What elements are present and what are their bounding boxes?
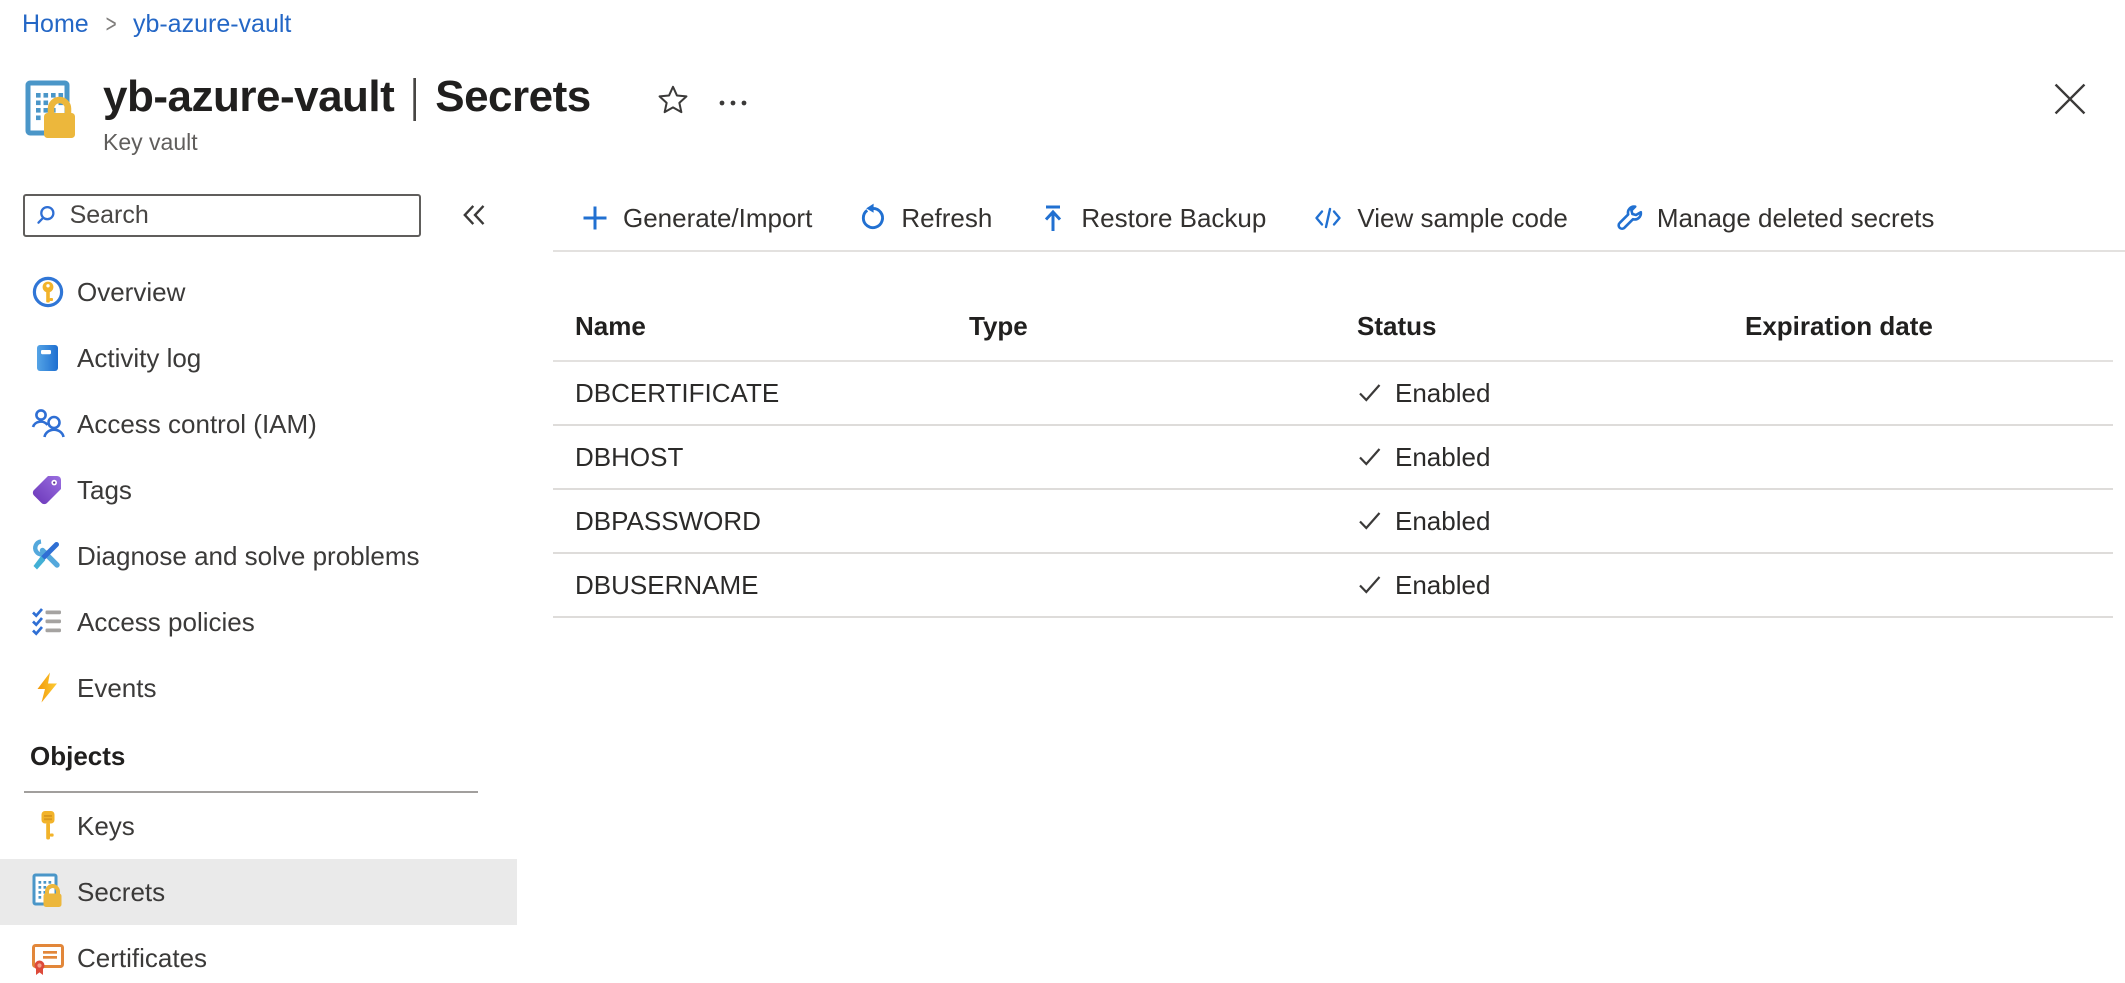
sidebar-item-diagnose[interactable]: Diagnose and solve problems bbox=[0, 523, 520, 589]
blade-header: yb-azure-vault | Secrets Key vault bbox=[23, 72, 591, 156]
check-icon bbox=[1357, 380, 1383, 406]
key-vault-secrets-blade: Home > yb-azure-vault yb-azure-vault | S… bbox=[0, 0, 2125, 983]
events-icon bbox=[30, 670, 66, 706]
secret-name[interactable]: DBHOST bbox=[553, 442, 947, 473]
sidebar-item-label: Events bbox=[77, 673, 157, 704]
sidebar-search[interactable] bbox=[23, 194, 421, 237]
column-header-type[interactable]: Type bbox=[947, 311, 1335, 342]
resource-menu: Overview Activity log bbox=[0, 170, 520, 983]
generate-import-button[interactable]: Generate/Import bbox=[580, 203, 812, 234]
status-label: Enabled bbox=[1395, 378, 1490, 409]
close-blade-icon[interactable] bbox=[2050, 79, 2090, 122]
resource-type-label: Key vault bbox=[103, 129, 591, 156]
view-sample-code-button[interactable]: View sample code bbox=[1312, 203, 1568, 234]
plus-icon bbox=[580, 203, 610, 233]
status-label: Enabled bbox=[1395, 442, 1490, 473]
search-input[interactable] bbox=[70, 201, 408, 230]
search-icon bbox=[36, 202, 61, 229]
secret-status: Enabled bbox=[1335, 506, 1723, 537]
breadcrumb-separator-icon: > bbox=[105, 10, 116, 40]
wrench-icon bbox=[1614, 203, 1644, 233]
diagnose-icon bbox=[30, 538, 66, 574]
secret-status: Enabled bbox=[1335, 378, 1723, 409]
tag-icon bbox=[30, 472, 66, 508]
secret-name[interactable]: DBCERTIFICATE bbox=[553, 378, 947, 409]
sidebar-item-activity-log[interactable]: Activity log bbox=[0, 325, 520, 391]
sidebar-item-label: Access policies bbox=[77, 607, 255, 638]
table-row[interactable]: DBPASSWORD Enabled bbox=[553, 490, 2113, 554]
command-bar: Generate/Import Refresh Restore Backup bbox=[580, 192, 1934, 244]
sidebar-item-keys[interactable]: Keys bbox=[0, 793, 520, 859]
check-icon bbox=[1357, 444, 1383, 470]
sidebar-item-tags[interactable]: Tags bbox=[0, 457, 520, 523]
restore-backup-icon bbox=[1038, 203, 1068, 233]
column-header-name[interactable]: Name bbox=[553, 311, 947, 342]
secret-name[interactable]: DBUSERNAME bbox=[553, 570, 947, 601]
sidebar-item-label: Tags bbox=[77, 475, 132, 506]
sidebar-item-certificates[interactable]: Certificates bbox=[0, 925, 520, 983]
key-icon bbox=[30, 808, 66, 844]
more-options-icon[interactable] bbox=[716, 88, 750, 123]
activity-log-icon bbox=[30, 340, 66, 376]
table-row[interactable]: DBHOST Enabled bbox=[553, 426, 2113, 490]
access-policies-icon bbox=[30, 604, 66, 640]
collapse-menu-icon[interactable] bbox=[458, 198, 492, 235]
favorite-star-icon[interactable] bbox=[655, 82, 691, 123]
key-circle-icon bbox=[30, 274, 66, 310]
sidebar-item-access-policies[interactable]: Access policies bbox=[0, 589, 520, 655]
sidebar-item-label: Overview bbox=[77, 277, 185, 308]
sidebar-item-label: Activity log bbox=[77, 343, 201, 374]
table-header: Name Type Status Expiration date bbox=[553, 252, 2113, 362]
sidebar-item-label: Certificates bbox=[77, 943, 207, 974]
secret-vault-icon bbox=[30, 874, 66, 910]
sidebar-item-access-control[interactable]: Access control (IAM) bbox=[0, 391, 520, 457]
secret-status: Enabled bbox=[1335, 570, 1723, 601]
table-row[interactable]: DBUSERNAME Enabled bbox=[553, 554, 2113, 618]
blade-name: Secrets bbox=[435, 72, 591, 122]
sidebar-item-label: Access control (IAM) bbox=[77, 409, 317, 440]
status-label: Enabled bbox=[1395, 506, 1490, 537]
status-label: Enabled bbox=[1395, 570, 1490, 601]
table-row[interactable]: DBCERTIFICATE Enabled bbox=[553, 362, 2113, 426]
breadcrumb: Home > yb-azure-vault bbox=[22, 10, 291, 39]
breadcrumb-home-link[interactable]: Home bbox=[22, 10, 89, 39]
page-title: yb-azure-vault | Secrets bbox=[103, 72, 591, 122]
secrets-table: Name Type Status Expiration date DBCERTI… bbox=[553, 252, 2113, 618]
refresh-button[interactable]: Refresh bbox=[858, 203, 992, 234]
manage-deleted-secrets-button[interactable]: Manage deleted secrets bbox=[1614, 203, 1935, 234]
refresh-icon bbox=[858, 203, 888, 233]
sidebar-nav: Overview Activity log bbox=[0, 259, 520, 983]
breadcrumb-vault-link[interactable]: yb-azure-vault bbox=[133, 10, 291, 39]
restore-backup-button[interactable]: Restore Backup bbox=[1038, 203, 1266, 234]
column-header-status[interactable]: Status bbox=[1335, 311, 1723, 342]
code-icon bbox=[1312, 203, 1344, 233]
key-vault-icon bbox=[23, 80, 81, 144]
sidebar-item-label: Keys bbox=[77, 811, 135, 842]
certificate-icon bbox=[30, 940, 66, 976]
sidebar-item-secrets[interactable]: Secrets bbox=[0, 859, 517, 925]
check-icon bbox=[1357, 572, 1383, 598]
sidebar-item-label: Secrets bbox=[77, 877, 165, 908]
resource-name: yb-azure-vault bbox=[103, 72, 394, 122]
secret-name[interactable]: DBPASSWORD bbox=[553, 506, 947, 537]
title-separator: | bbox=[411, 71, 419, 124]
access-control-icon bbox=[30, 406, 66, 442]
sidebar-item-overview[interactable]: Overview bbox=[0, 259, 520, 325]
column-header-expiration[interactable]: Expiration date bbox=[1723, 311, 2113, 342]
sidebar-item-events[interactable]: Events bbox=[0, 655, 520, 721]
check-icon bbox=[1357, 508, 1383, 534]
secret-status: Enabled bbox=[1335, 442, 1723, 473]
objects-section-header: Objects bbox=[0, 721, 520, 791]
sidebar-item-label: Diagnose and solve problems bbox=[77, 541, 420, 572]
